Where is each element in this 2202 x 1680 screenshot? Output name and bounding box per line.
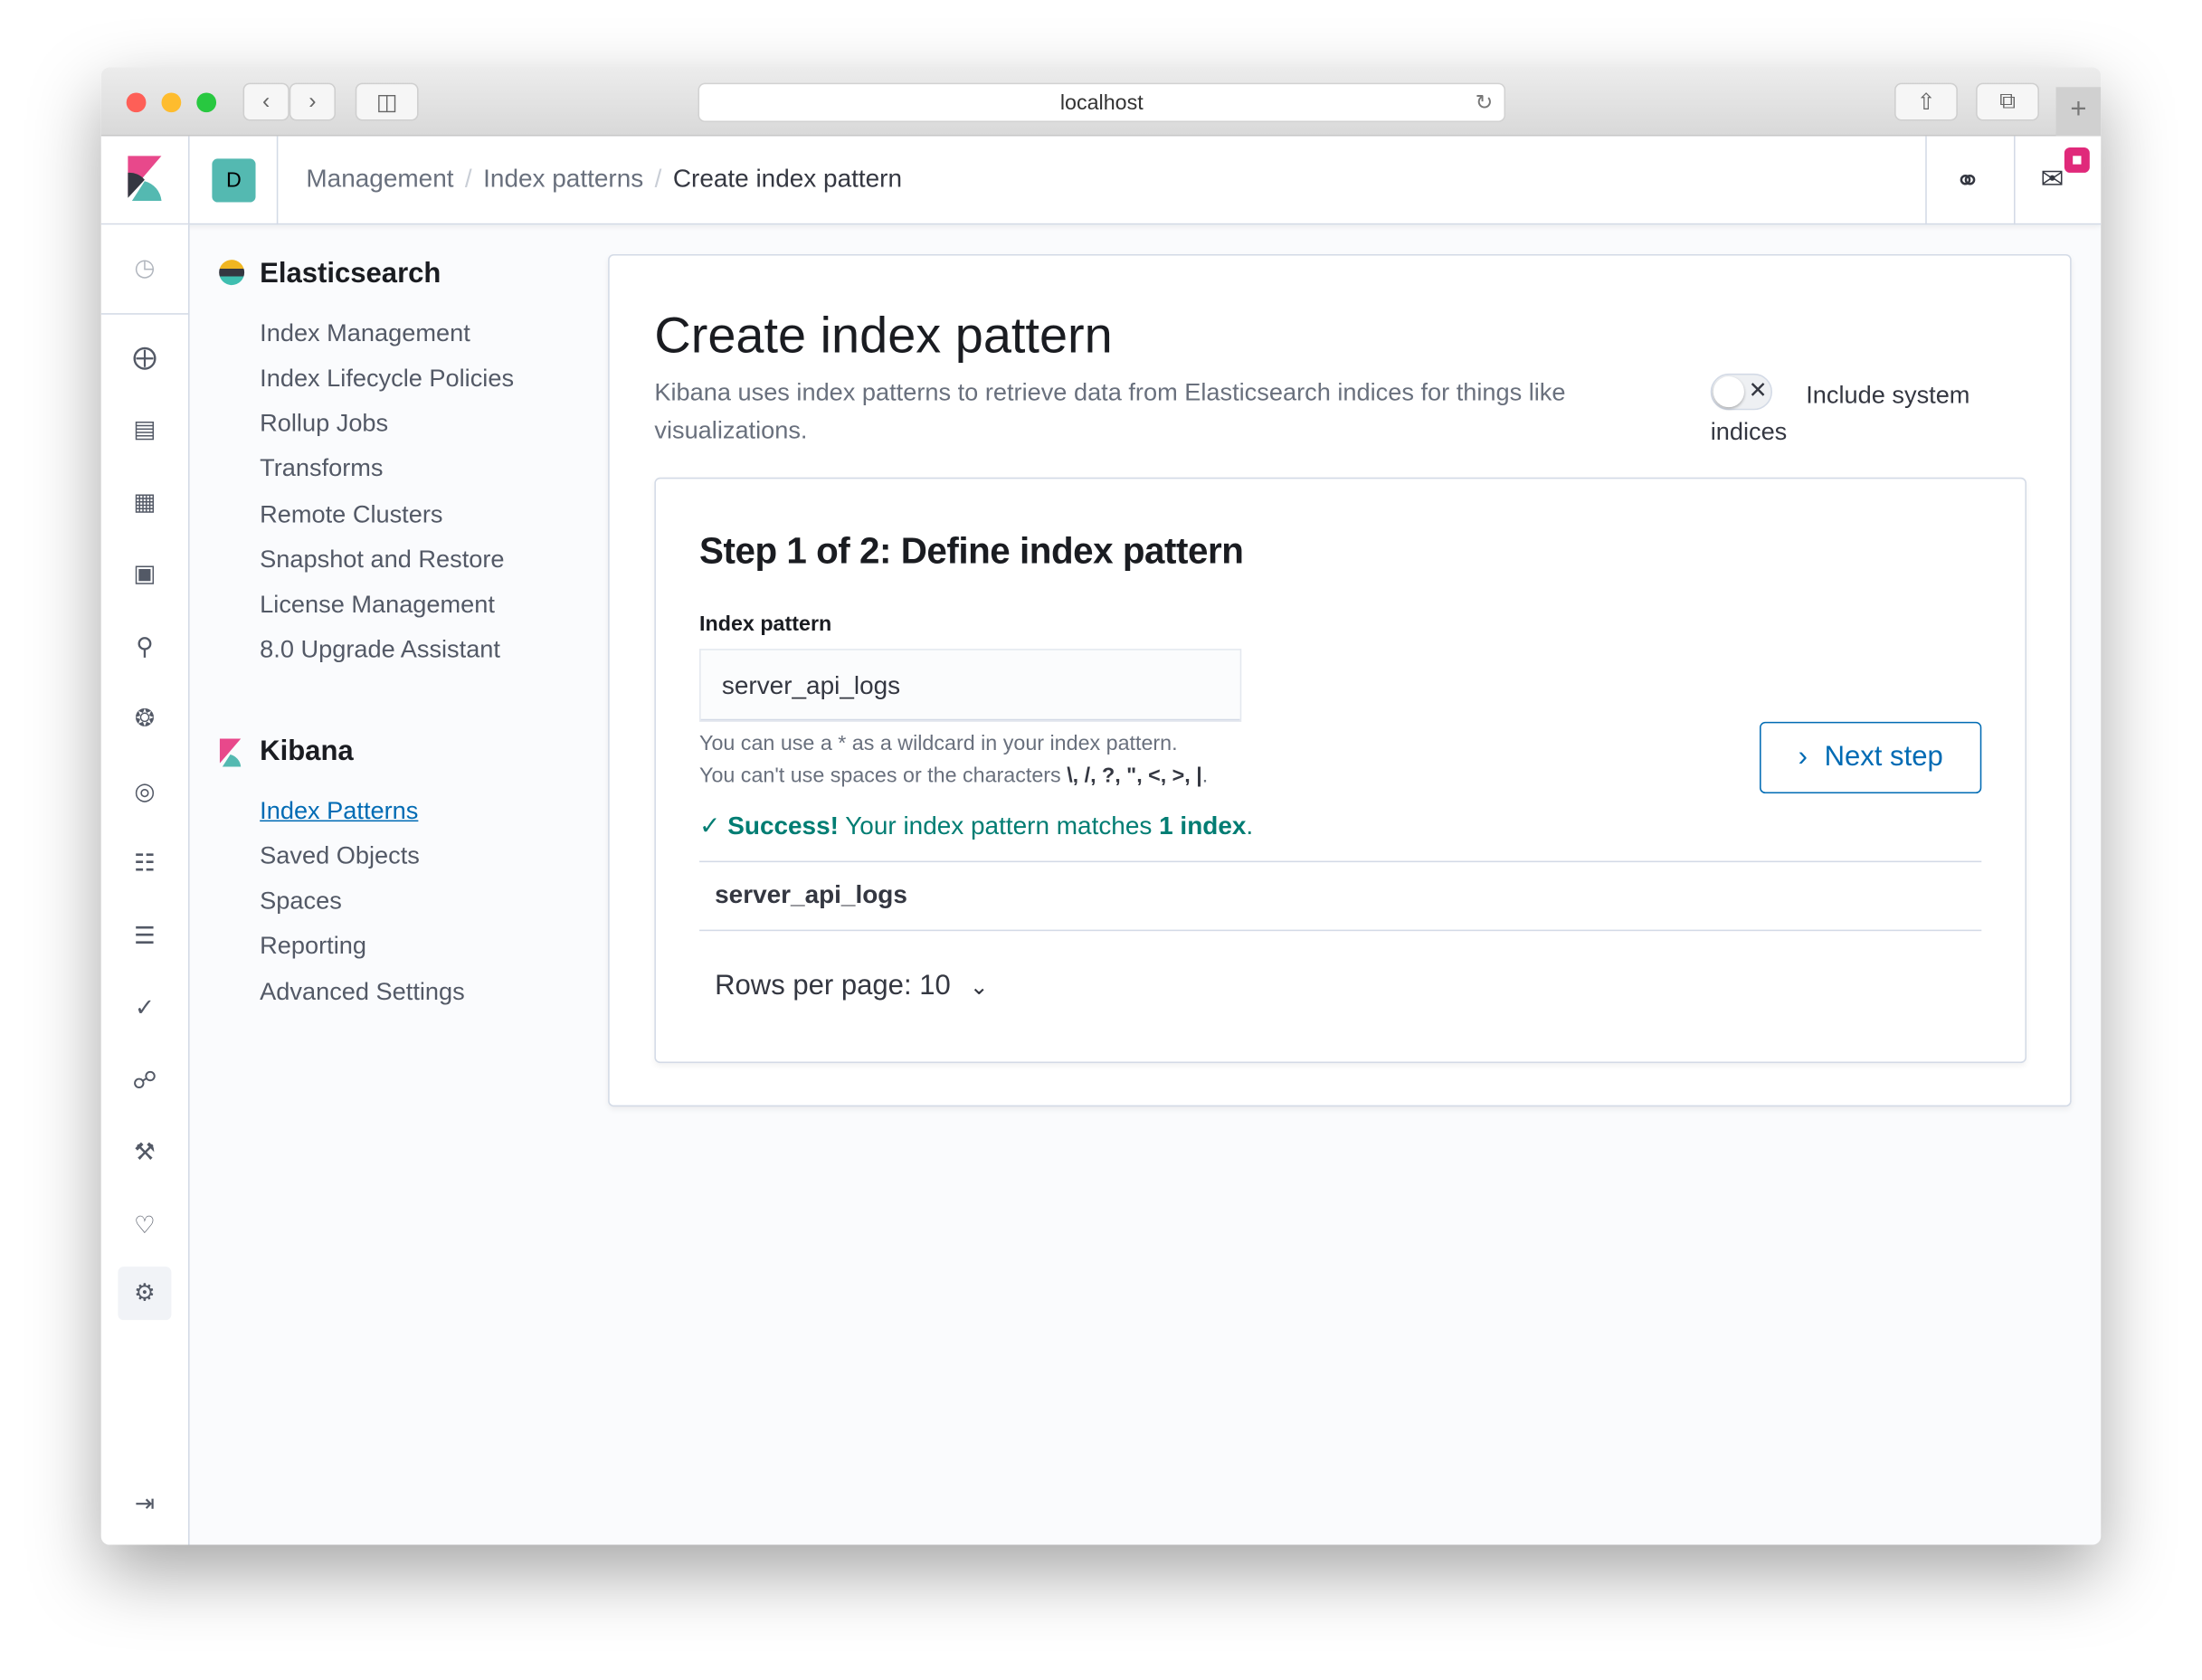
breadcrumb: Management / Index patterns / Create index p… [306,164,903,193]
sidebar-item-snapshot-restore[interactable]: Snapshot and Restore [260,545,504,574]
uptime-icon[interactable]: ✓ [129,992,160,1023]
management-sidebar: Elasticsearch Index Management Index Lif… [190,224,612,1544]
siem-icon[interactable]: ☍ [129,1066,160,1096]
discover-icon[interactable]: ⨁ [129,343,160,374]
breadcrumb-management[interactable]: Management [306,165,453,193]
kibana-logo[interactable] [128,156,162,201]
close-window-button[interactable] [126,92,147,113]
match-count: 1 index [1159,812,1247,840]
next-step-button[interactable]: › Next step [1760,721,1982,794]
tabs-icon: ⧉ [1999,89,2016,113]
elasticsearch-icon [219,260,245,286]
sidebar-item-spaces[interactable]: Spaces [260,887,342,916]
url-text: localhost [1059,90,1144,115]
forward-button[interactable]: › [289,82,336,121]
address-bar[interactable]: localhost ↻ [698,82,1506,123]
sidebar-item-index-management[interactable]: Index Management [260,318,470,348]
browser-window: ‹ › ◫ localhost ↻ ⇧ ⧉ + D Management / Inde… [100,67,2102,1545]
infrastructure-icon[interactable]: ◎ [129,776,160,807]
recent-icon[interactable]: ◷ [129,252,160,283]
collapse-nav-icon[interactable]: ⇥ [129,1488,160,1519]
dashboard-icon[interactable]: ▦ [129,488,160,518]
back-button[interactable]: ‹ [242,82,289,121]
sidebar-item-transforms[interactable]: Transforms [260,453,383,483]
chevron-down-icon: ⌄ [969,975,989,1001]
side-nav: ◷ ⨁ ▤ ▦ ▣ ⚲ ❂ ◎ ☷ ☰ ✓ ☍ ⚒ ♡ ⚙ ⇥ [100,224,190,1545]
check-icon: ✓ [699,812,728,840]
browser-titlebar: ‹ › ◫ localhost ↻ ⇧ ⧉ + [100,67,2102,137]
visualize-icon[interactable]: ▤ [129,414,160,445]
sidebar-toggle-button[interactable]: ◫ [355,82,419,121]
dev-tools-icon[interactable]: ⚒ [129,1137,160,1168]
chevron-left-icon: ‹ [262,89,271,113]
breadcrumb-current: Create index pattern [672,164,903,193]
sidebar-item-index-patterns[interactable]: Index Patterns [260,796,418,826]
canvas-icon[interactable]: ▣ [129,559,160,590]
sidebar-item-license-management[interactable]: License Management [260,590,495,620]
sidebar-item-advanced-settings[interactable]: Advanced Settings [260,977,465,1007]
sidebar-item-remote-clusters[interactable]: Remote Clusters [260,500,442,530]
monitoring-icon[interactable]: ♡ [129,1210,160,1241]
breadcrumb-index-patterns[interactable]: Index patterns [483,165,643,193]
share-icon: ⇧ [1916,90,1936,115]
success-message: ✓ Success! Your index pattern matches 1 … [699,812,1253,841]
newsfeed-icon[interactable]: ✉ [2040,162,2064,197]
index-pattern-label: Index pattern [699,612,832,637]
sidebar-icon: ◫ [375,90,398,115]
section-kibana: Kibana [260,736,354,767]
apm-icon[interactable]: ☰ [129,921,160,952]
help-suffix: . [1201,764,1209,788]
page-title: Create index pattern [654,306,1113,365]
sidebar-item-rollup-jobs[interactable]: Rollup Jobs [260,409,388,439]
notification-badge [2064,147,2090,173]
space-avatar[interactable]: D [212,158,256,203]
sidebar-item-saved-objects[interactable]: Saved Objects [260,841,420,871]
include-system-indices-label[interactable]: Include system indices [1711,376,2020,450]
help-prefix: You can't use spaces or the characters [699,764,1068,788]
logs-icon[interactable]: ☷ [129,849,160,879]
next-step-label: Next step [1824,741,1943,773]
management-nav-item[interactable]: ⚙ [118,1267,172,1321]
help-icon[interactable]: ⚭ [1955,163,1981,199]
chevron-right-icon: › [1798,741,1808,773]
page-description: Kibana uses index patterns to retrieve d… [654,377,1566,444]
ml-icon[interactable]: ❂ [129,704,160,735]
characters-help-text: You can't use spaces or the characters \… [699,764,1208,787]
success-end: . [1246,812,1254,840]
sidebar-item-index-lifecycle-policies[interactable]: Index Lifecycle Policies [260,364,514,394]
gear-icon: ⚙ [134,1279,156,1306]
create-index-pattern-panel: Create index pattern Kibana uses index p… [608,253,2072,1107]
index-pattern-input[interactable]: server_api_logs [699,649,1242,722]
forbidden-characters: \, /, ?, ", <, >, | [1067,764,1202,788]
kibana-header: D Management / Index patterns / Create index… [100,136,2102,225]
rows-per-page-label: Rows per page: 10 [715,970,951,1001]
new-tab-button[interactable]: + [2055,87,2102,137]
maximize-window-button[interactable] [196,92,217,113]
maps-icon[interactable]: ⚲ [129,632,160,663]
minimize-window-button[interactable] [161,92,182,113]
reload-icon[interactable]: ↻ [1476,90,1494,115]
kibana-icon [219,738,242,767]
tabs-button[interactable]: ⧉ [1976,82,2039,121]
wildcard-help-text: You can use a * as a wildcard in your in… [699,731,1178,756]
success-bold: Success! [727,812,839,840]
section-elasticsearch: Elasticsearch [260,258,441,289]
step-title: Step 1 of 2: Define index pattern [699,529,1244,572]
sidebar-item-reporting[interactable]: Reporting [260,931,366,961]
rows-per-page-button[interactable]: Rows per page: 10 ⌄ [715,971,988,1003]
share-button[interactable]: ⇧ [1894,82,1958,121]
success-text: Your index pattern matches [838,812,1160,840]
chevron-right-icon: › [308,89,317,113]
step-panel: Step 1 of 2: Define index pattern Index … [654,477,2026,1064]
matching-index-row: server_api_logs [715,880,907,909]
sidebar-item-upgrade-assistant[interactable]: 8.0 Upgrade Assistant [260,635,500,665]
